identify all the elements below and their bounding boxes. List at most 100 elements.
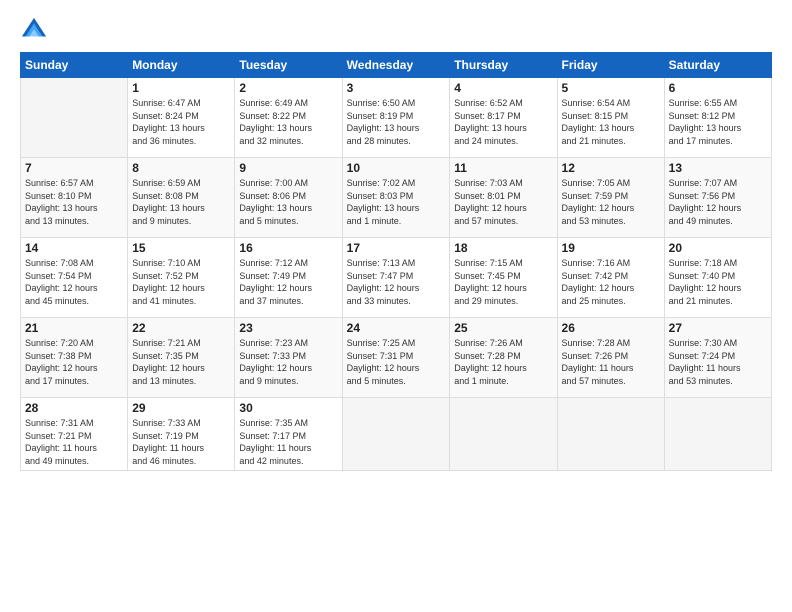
day-number: 9	[239, 161, 337, 175]
table-cell	[450, 398, 557, 471]
table-cell: 12 Sunrise: 7:05 AM Sunset: 7:59 PM Dayli…	[557, 158, 664, 238]
day-number: 10	[347, 161, 446, 175]
day-info: Sunrise: 7:05 AM Sunset: 7:59 PM Dayligh…	[562, 177, 660, 227]
table-cell: 16 Sunrise: 7:12 AM Sunset: 7:49 PM Dayli…	[235, 238, 342, 318]
day-number: 3	[347, 81, 446, 95]
header-saturday: Saturday	[664, 53, 771, 78]
header-wednesday: Wednesday	[342, 53, 450, 78]
table-cell: 25 Sunrise: 7:26 AM Sunset: 7:28 PM Dayli…	[450, 318, 557, 398]
day-number: 12	[562, 161, 660, 175]
day-number: 18	[454, 241, 552, 255]
day-number: 11	[454, 161, 552, 175]
day-number: 14	[25, 241, 123, 255]
table-cell	[342, 398, 450, 471]
day-info: Sunrise: 6:52 AM Sunset: 8:17 PM Dayligh…	[454, 97, 552, 147]
day-number: 4	[454, 81, 552, 95]
day-info: Sunrise: 7:20 AM Sunset: 7:38 PM Dayligh…	[25, 337, 123, 387]
table-cell: 1 Sunrise: 6:47 AM Sunset: 8:24 PM Daylig…	[128, 78, 235, 158]
day-number: 6	[669, 81, 767, 95]
day-number: 16	[239, 241, 337, 255]
header-sunday: Sunday	[21, 53, 128, 78]
table-cell: 13 Sunrise: 7:07 AM Sunset: 7:56 PM Dayli…	[664, 158, 771, 238]
day-info: Sunrise: 7:28 AM Sunset: 7:26 PM Dayligh…	[562, 337, 660, 387]
week-row-5: 28Sunrise: 7:31 AM Sunset: 7:21 PM Dayli…	[21, 398, 772, 471]
table-cell: 4 Sunrise: 6:52 AM Sunset: 8:17 PM Daylig…	[450, 78, 557, 158]
table-cell: 29 Sunrise: 7:33 AM Sunset: 7:19 PM Dayli…	[128, 398, 235, 471]
day-info: Sunrise: 6:47 AM Sunset: 8:24 PM Dayligh…	[132, 97, 230, 147]
table-cell: 20 Sunrise: 7:18 AM Sunset: 7:40 PM Dayli…	[664, 238, 771, 318]
table-cell: 2 Sunrise: 6:49 AM Sunset: 8:22 PM Daylig…	[235, 78, 342, 158]
day-info: Sunrise: 7:21 AM Sunset: 7:35 PM Dayligh…	[132, 337, 230, 387]
table-cell: 27 Sunrise: 7:30 AM Sunset: 7:24 PM Dayli…	[664, 318, 771, 398]
table-cell	[21, 78, 128, 158]
calendar-header: SundayMondayTuesdayWednesdayThursdayFrid…	[21, 53, 772, 78]
header-row: SundayMondayTuesdayWednesdayThursdayFrid…	[21, 53, 772, 78]
day-info: Sunrise: 7:10 AM Sunset: 7:52 PM Dayligh…	[132, 257, 230, 307]
header-thursday: Thursday	[450, 53, 557, 78]
table-cell: 18 Sunrise: 7:15 AM Sunset: 7:45 PM Dayli…	[450, 238, 557, 318]
logo	[20, 16, 52, 44]
table-cell: 14 Sunrise: 7:08 AM Sunset: 7:54 PM Dayli…	[21, 238, 128, 318]
day-number: 19	[562, 241, 660, 255]
day-info: Sunrise: 7:02 AM Sunset: 8:03 PM Dayligh…	[347, 177, 446, 227]
table-cell: 7 Sunrise: 6:57 AM Sunset: 8:10 PM Daylig…	[21, 158, 128, 238]
table-cell: 19 Sunrise: 7:16 AM Sunset: 7:42 PM Dayli…	[557, 238, 664, 318]
day-info: Sunrise: 6:49 AM Sunset: 8:22 PM Dayligh…	[239, 97, 337, 147]
day-info: Sunrise: 7:18 AM Sunset: 7:40 PM Dayligh…	[669, 257, 767, 307]
day-info: Sunrise: 6:59 AM Sunset: 8:08 PM Dayligh…	[132, 177, 230, 227]
table-cell: 6 Sunrise: 6:55 AM Sunset: 8:12 PM Daylig…	[664, 78, 771, 158]
day-info: Sunrise: 7:25 AM Sunset: 7:31 PM Dayligh…	[347, 337, 446, 387]
table-cell: 3 Sunrise: 6:50 AM Sunset: 8:19 PM Daylig…	[342, 78, 450, 158]
day-number: 2	[239, 81, 337, 95]
calendar-body: 1 Sunrise: 6:47 AM Sunset: 8:24 PM Daylig…	[21, 78, 772, 471]
table-cell: 15 Sunrise: 7:10 AM Sunset: 7:52 PM Dayli…	[128, 238, 235, 318]
day-info: Sunrise: 7:13 AM Sunset: 7:47 PM Dayligh…	[347, 257, 446, 307]
day-info: Sunrise: 6:50 AM Sunset: 8:19 PM Dayligh…	[347, 97, 446, 147]
day-number: 7	[25, 161, 123, 175]
table-cell: 10 Sunrise: 7:02 AM Sunset: 8:03 PM Dayli…	[342, 158, 450, 238]
day-number: 25	[454, 321, 552, 335]
table-cell: 9Sunrise: 7:00 AM Sunset: 8:06 PM Daylig…	[235, 158, 342, 238]
day-number: 23	[239, 321, 337, 335]
day-number: 22	[132, 321, 230, 335]
day-number: 13	[669, 161, 767, 175]
day-number: 8	[132, 161, 230, 175]
day-number: 28	[25, 401, 123, 415]
day-number: 27	[669, 321, 767, 335]
day-info: Sunrise: 7:03 AM Sunset: 8:01 PM Dayligh…	[454, 177, 552, 227]
day-info: Sunrise: 7:12 AM Sunset: 7:49 PM Dayligh…	[239, 257, 337, 307]
logo-icon	[20, 16, 48, 44]
day-info: Sunrise: 7:08 AM Sunset: 7:54 PM Dayligh…	[25, 257, 123, 307]
day-number: 29	[132, 401, 230, 415]
day-info: Sunrise: 6:55 AM Sunset: 8:12 PM Dayligh…	[669, 97, 767, 147]
week-row-2: 7 Sunrise: 6:57 AM Sunset: 8:10 PM Daylig…	[21, 158, 772, 238]
week-row-1: 1 Sunrise: 6:47 AM Sunset: 8:24 PM Daylig…	[21, 78, 772, 158]
day-number: 5	[562, 81, 660, 95]
table-cell: 26 Sunrise: 7:28 AM Sunset: 7:26 PM Dayli…	[557, 318, 664, 398]
day-info: Sunrise: 6:57 AM Sunset: 8:10 PM Dayligh…	[25, 177, 123, 227]
day-info: Sunrise: 7:33 AM Sunset: 7:19 PM Dayligh…	[132, 417, 230, 467]
day-number: 20	[669, 241, 767, 255]
day-info: Sunrise: 7:30 AM Sunset: 7:24 PM Dayligh…	[669, 337, 767, 387]
table-cell	[664, 398, 771, 471]
header	[20, 16, 772, 44]
day-info: Sunrise: 7:23 AM Sunset: 7:33 PM Dayligh…	[239, 337, 337, 387]
table-cell	[557, 398, 664, 471]
day-number: 15	[132, 241, 230, 255]
day-info: Sunrise: 7:15 AM Sunset: 7:45 PM Dayligh…	[454, 257, 552, 307]
table-cell: 21 Sunrise: 7:20 AM Sunset: 7:38 PM Dayli…	[21, 318, 128, 398]
table-cell: 23 Sunrise: 7:23 AM Sunset: 7:33 PM Dayli…	[235, 318, 342, 398]
day-number: 21	[25, 321, 123, 335]
day-number: 24	[347, 321, 446, 335]
day-number: 17	[347, 241, 446, 255]
day-number: 30	[239, 401, 337, 415]
day-info: Sunrise: 7:07 AM Sunset: 7:56 PM Dayligh…	[669, 177, 767, 227]
day-number: 1	[132, 81, 230, 95]
day-number: 26	[562, 321, 660, 335]
day-info: Sunrise: 7:26 AM Sunset: 7:28 PM Dayligh…	[454, 337, 552, 387]
week-row-4: 21 Sunrise: 7:20 AM Sunset: 7:38 PM Dayli…	[21, 318, 772, 398]
table-cell: 5Sunrise: 6:54 AM Sunset: 8:15 PM Daylig…	[557, 78, 664, 158]
week-row-3: 14 Sunrise: 7:08 AM Sunset: 7:54 PM Dayli…	[21, 238, 772, 318]
day-info: Sunrise: 7:16 AM Sunset: 7:42 PM Dayligh…	[562, 257, 660, 307]
page: SundayMondayTuesdayWednesdayThursdayFrid…	[0, 0, 792, 612]
